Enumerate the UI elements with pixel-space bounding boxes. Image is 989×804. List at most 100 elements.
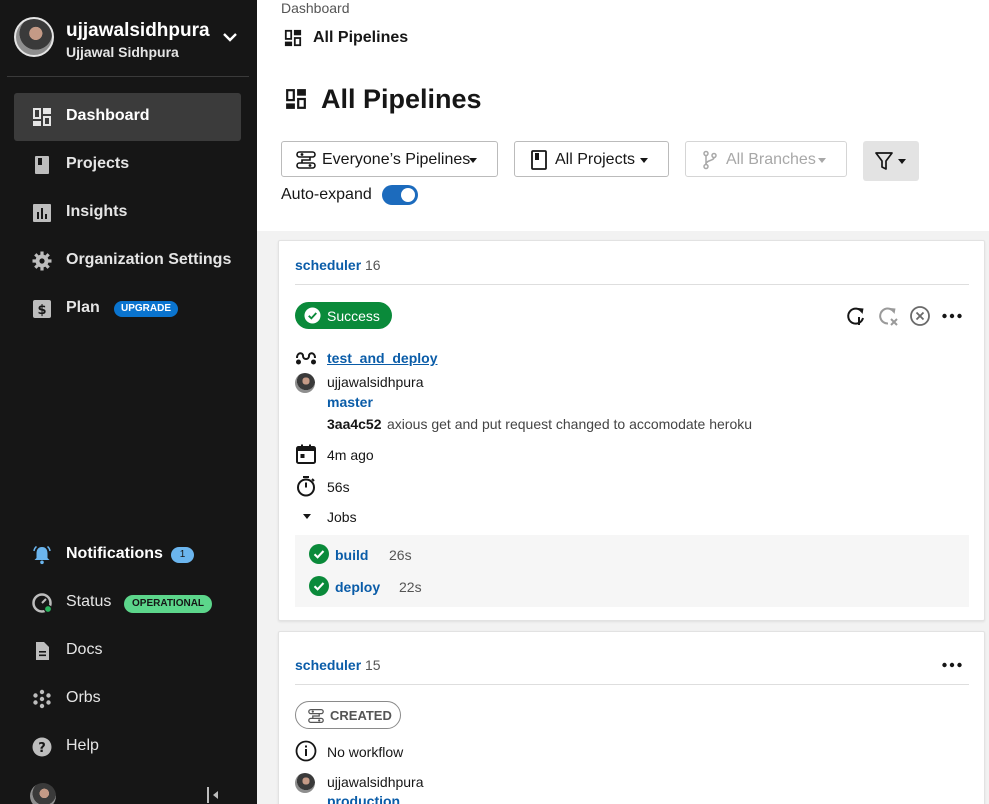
job-link-build[interactable]: build [335,547,368,563]
advanced-filter-button[interactable] [863,141,919,181]
gear-icon [32,251,52,271]
pipelines-icon [296,151,316,169]
pipeline-card: scheduler 16 Success test_and_deploy ujj… [278,240,985,621]
sidebar-item-projects[interactable]: Projects [14,141,241,189]
collapse-sidebar-icon[interactable] [204,786,222,804]
rerun-icon[interactable] [845,305,867,327]
sidebar-item-label: Help [66,737,99,754]
avatar[interactable] [30,783,56,804]
info-icon [295,740,317,762]
pipeline-number: 15 [365,657,381,673]
sidebar-item-label: Organization Settings [66,251,232,268]
username: ujjawalsidhpura [66,20,210,41]
breadcrumb-page-label: All Pipelines [313,29,409,46]
page-title: All Pipelines [321,84,482,114]
sidebar: ujjawalsidhpura Ujjawal Sidhpura Dashboa… [0,0,257,804]
status-label: CREATED [330,708,392,723]
more-options-icon[interactable] [941,654,963,676]
help-icon: ? [32,737,52,757]
branch-link[interactable]: production [327,793,400,804]
orbs-icon [33,689,51,709]
job-duration: 26s [389,547,412,563]
status-label: Success [327,308,380,324]
check-circle-icon [309,576,329,596]
sidebar-item-dashboard[interactable]: Dashboard [14,93,241,141]
commit-sha[interactable]: 3aa4c52 [327,416,382,432]
workflow-status: No workflow [327,744,404,760]
pipeline-card: scheduler 15 CREATED No workflow ujjawal… [278,631,985,804]
check-circle-icon [309,544,329,564]
rerun-failed-icon[interactable] [877,305,899,327]
auto-expand-label: Auto-expand [281,186,372,203]
upgrade-badge[interactable]: UPGRADE [114,301,179,317]
jobs-toggle-label[interactable]: Jobs [327,509,357,525]
bell-icon [33,545,51,565]
caret-down-icon [469,158,477,163]
job-link-deploy[interactable]: deploy [335,579,380,595]
status-badge[interactable]: CREATED [295,701,401,729]
sidebar-item-label: Notifications [66,545,163,562]
dashboard-icon [33,108,51,126]
sidebar-item-docs[interactable]: Docs [14,627,241,675]
sidebar-item-label: Plan [66,299,100,316]
commit-author: ujjawalsidhpura [327,774,424,790]
sidebar-item-organization-settings[interactable]: Organization Settings [14,237,241,285]
sidebar-item-orbs[interactable]: Orbs [14,675,241,723]
pipelines-filter-dropdown[interactable]: Everyone’s Pipelines [281,141,498,177]
pipeline-duration: 56s [327,479,350,495]
funnel-icon [875,152,893,170]
project-link[interactable]: scheduler [295,657,361,673]
sidebar-item-insights[interactable]: Insights [14,189,241,237]
sidebar-item-label: Status [66,593,112,610]
workflow-link[interactable]: test_and_deploy [327,350,437,366]
sidebar-item-label: Projects [66,155,130,172]
branch-link[interactable]: master [327,394,373,410]
caret-down-icon[interactable] [303,514,311,519]
book-icon [35,156,49,174]
book-icon [531,150,547,170]
sidebar-item-label: Insights [66,203,128,220]
jobs-list [295,535,969,607]
project-link[interactable]: scheduler [295,257,361,273]
dollar-icon: $ [33,300,51,318]
card-divider [295,684,969,685]
status-badge[interactable]: Success [295,302,392,329]
calendar-icon [296,444,316,464]
status-gauge-icon [32,593,52,613]
chevron-down-icon[interactable] [220,27,240,47]
breadcrumb[interactable]: Dashboard [281,0,350,16]
notification-count-badge: 1 [171,547,194,563]
sidebar-item-plan[interactable]: $ Plan UPGRADE [14,285,241,333]
dashboard-icon [286,89,306,109]
sidebar-item-help[interactable]: ? Help [14,723,241,771]
pipeline-time-ago: 4m ago [327,447,374,463]
projects-filter-dropdown[interactable]: All Projects [514,141,669,177]
branch-icon [703,150,717,170]
pipelines-filter-label: Everyone’s Pipelines [322,151,471,168]
caret-down-icon [640,158,648,163]
stopwatch-icon [297,476,315,497]
sidebar-item-status[interactable]: Status OPERATIONAL [14,579,241,627]
job-duration: 22s [399,579,422,595]
branches-filter-dropdown[interactable]: All Branches [685,141,847,177]
commit-author: ujjawalsidhpura [327,374,424,390]
avatar [295,773,315,793]
sidebar-item-notifications[interactable]: Notifications 1 [14,531,241,579]
commit-message: axious get and put request changed to ac… [387,416,753,432]
more-options-icon[interactable] [941,305,963,327]
workflow-icon [296,352,316,365]
pipelines-icon [308,708,324,724]
check-circle-icon [304,307,321,324]
pipeline-number: 16 [365,257,381,273]
caret-down-icon [898,159,906,164]
avatar [14,17,54,57]
user-menu[interactable]: ujjawalsidhpura Ujjawal Sidhpura [14,17,244,61]
status-badge: OPERATIONAL [124,595,213,613]
auto-expand-toggle[interactable] [382,185,418,205]
cancel-icon[interactable] [909,305,931,327]
projects-filter-label: All Projects [555,151,636,168]
document-icon [36,642,49,660]
bar-chart-icon [33,204,51,222]
avatar [295,373,315,393]
svg-text:$: $ [37,303,46,318]
